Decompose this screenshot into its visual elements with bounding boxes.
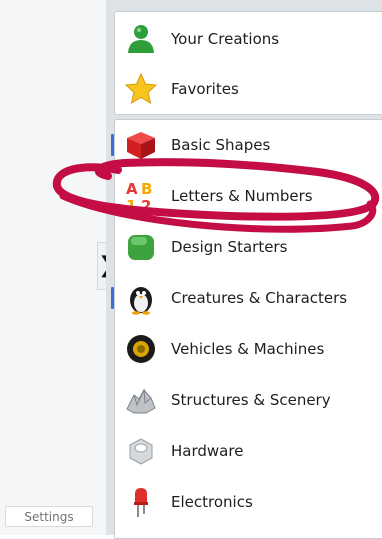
penguin-icon	[130, 287, 152, 315]
category-electronics[interactable]: Electronics	[115, 479, 382, 525]
category-label: Structures & Scenery	[171, 391, 331, 409]
category-label: Basic Shapes	[171, 136, 271, 154]
led-icon	[134, 488, 148, 517]
user-library-card: Your Creations Favorites	[114, 11, 382, 115]
library-item-label: Your Creations	[171, 30, 280, 48]
category-vehicles-machines[interactable]: Vehicles & Machines	[115, 326, 382, 372]
category-label: Creatures & Characters	[171, 289, 348, 307]
category-basic-shapes[interactable]: Basic Shapes	[111, 122, 382, 168]
category-label: Hardware	[171, 442, 244, 460]
category-label: Electronics	[171, 493, 253, 511]
selection-marker	[111, 287, 114, 309]
person-icon	[128, 25, 154, 53]
category-label: Letters & Numbers	[171, 187, 313, 205]
category-creatures-characters[interactable]: Creatures & Characters	[111, 275, 382, 321]
letters-numbers-icon: A B 1 2	[126, 180, 152, 213]
category-letters-numbers[interactable]: A B 1 2 Letters & Numbers	[115, 173, 382, 219]
svg-text:B: B	[141, 180, 152, 198]
green-box-icon	[128, 235, 154, 260]
svg-text:2: 2	[141, 197, 151, 213]
svg-text:1: 1	[126, 197, 136, 213]
category-label: Vehicles & Machines	[171, 340, 325, 358]
category-structures-scenery[interactable]: Structures & Scenery	[115, 377, 382, 423]
shape-categories-card: Basic Shapes A B 1 2 Letters & Numbers D…	[111, 119, 382, 539]
left-workspace-area: Settings	[0, 0, 106, 535]
settings-button[interactable]: Settings	[5, 506, 93, 527]
star-icon	[124, 72, 158, 105]
hex-nut-icon	[129, 438, 153, 465]
red-cube-icon	[127, 132, 155, 159]
category-hardware[interactable]: Hardware	[115, 428, 382, 474]
collapse-panel-handle[interactable]: ❯	[97, 242, 116, 290]
category-design-starters[interactable]: Design Starters	[115, 224, 382, 270]
shapes-panel: Your Creations Favorites Basic Shapes A …	[106, 0, 382, 539]
tire-icon	[127, 335, 155, 363]
svg-text:A: A	[126, 180, 138, 198]
library-item-label: Favorites	[171, 80, 239, 98]
library-item-favorites[interactable]: Favorites	[115, 66, 382, 112]
library-item-your-creations[interactable]: Your Creations	[115, 16, 382, 62]
category-label: Design Starters	[171, 238, 288, 256]
rock-icon	[126, 388, 156, 414]
selection-marker	[111, 134, 114, 156]
